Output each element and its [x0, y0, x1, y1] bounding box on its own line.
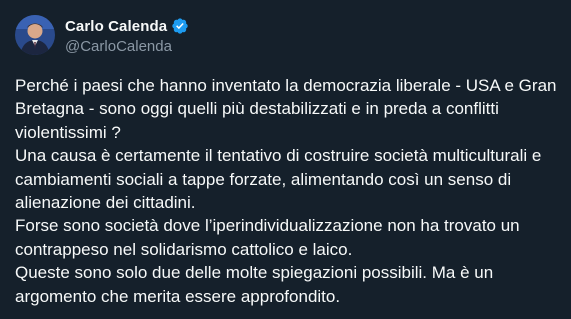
verified-badge-icon[interactable] — [171, 17, 189, 35]
name-row: Carlo Calenda — [65, 16, 189, 36]
tweet-text: Perché i paesi che hanno inventato la de… — [15, 74, 560, 308]
tweet-card: Carlo Calenda @CarloCalenda Perché i pae… — [0, 0, 571, 319]
tweet-text-line: argomento che merita essere approfondito… — [15, 286, 341, 306]
tweet-text-line: Bretagna - sono oggi quelli più destabil… — [15, 99, 499, 119]
tweet-text-line: contrappeso nel solidarismo cattolico e … — [15, 239, 353, 259]
avatar-image — [15, 15, 55, 55]
tweet-text-line: Una causa è certamente il tentativo di c… — [15, 146, 542, 166]
tweet-text-line: Forse sono società dove l’iperindividual… — [15, 216, 520, 236]
author-names: Carlo Calenda @CarloCalenda — [65, 14, 189, 57]
tweet-text-line: alienazione dei cittadini. — [15, 193, 196, 213]
tweet-text-line: Perché i paesi che hanno inventato la de… — [15, 76, 557, 95]
tweet-header: Carlo Calenda @CarloCalenda — [15, 14, 555, 62]
tweet-text-line: cambiamenti sociali a tappe forzate, ali… — [15, 169, 512, 189]
author-handle[interactable]: @CarloCalenda — [65, 37, 189, 57]
tweet-text-line: violentissimi ? — [15, 122, 121, 142]
author-display-name[interactable]: Carlo Calenda — [65, 18, 167, 35]
avatar[interactable] — [15, 15, 55, 55]
tweet-text-line: Queste sono solo due delle molte spiegaz… — [15, 263, 494, 283]
